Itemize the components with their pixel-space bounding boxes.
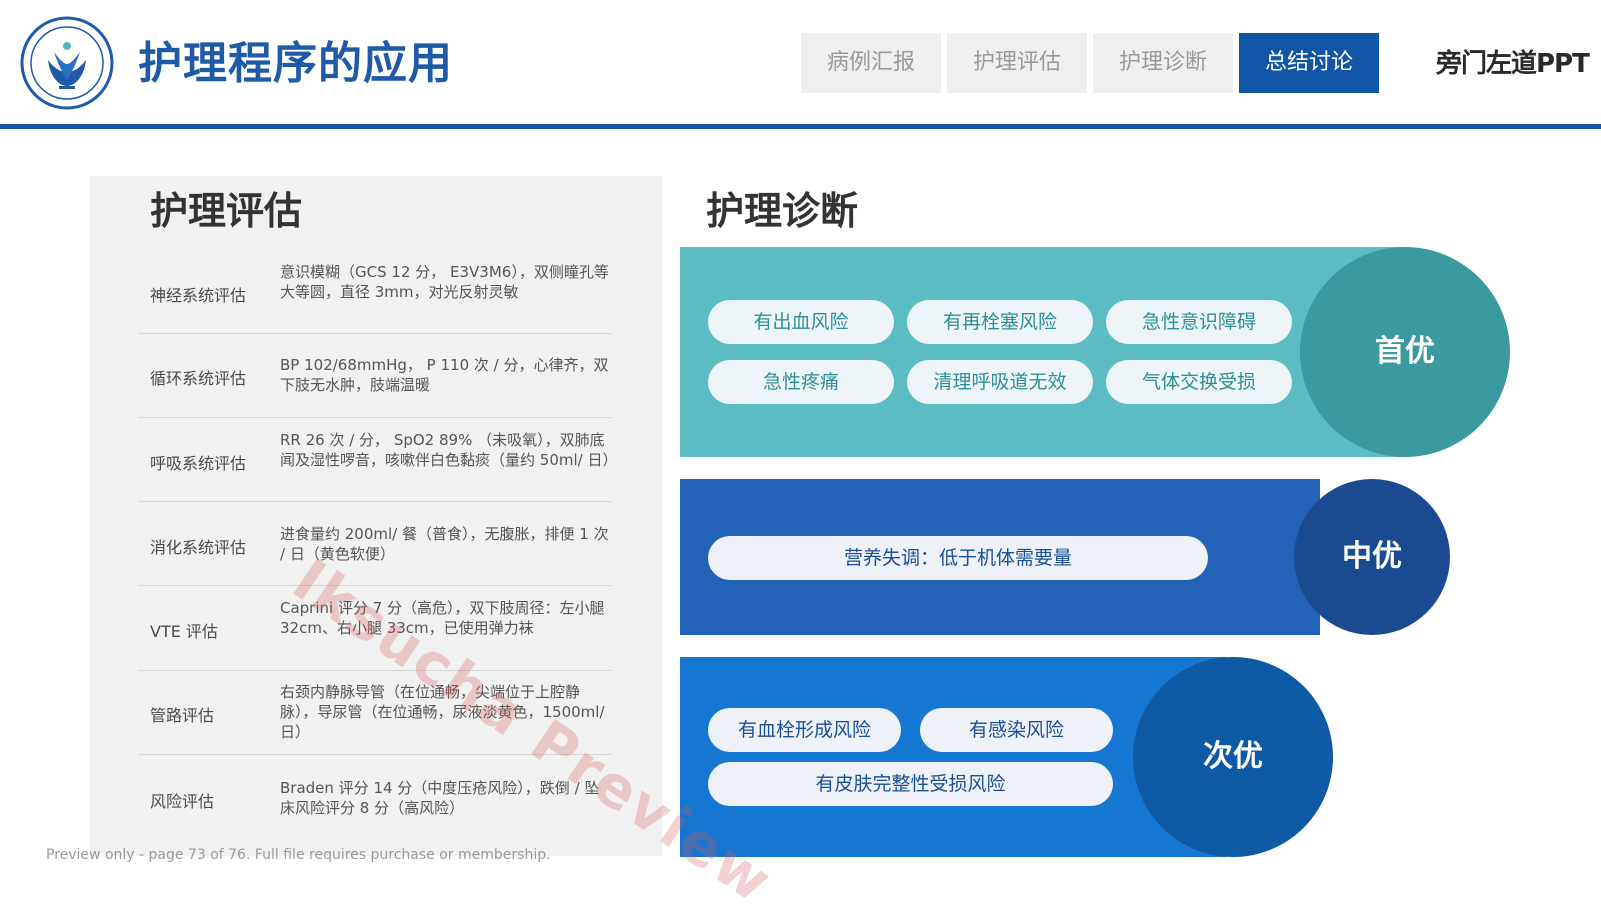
assessment-row-value: 意识模糊（GCS 12 分， E3V3M6），双侧瞳孔等大等圆，直径 3mm，对… xyxy=(280,263,609,301)
diagnosis-heading: 护理诊断 xyxy=(706,189,859,233)
assessment-row-label: 呼吸系统评估 xyxy=(150,454,247,473)
page-title: 护理程序的应用 xyxy=(138,38,453,89)
assessment-row: 消化系统评估 进食量约 200ml/ 餐（普食），无腹胀，排便 1 次 / 日（… xyxy=(138,524,612,568)
diagnosis-tag: 有再栓塞风险 xyxy=(907,300,1093,344)
diagnosis-tag: 清理呼吸道无效 xyxy=(907,360,1093,404)
assessment-heading: 护理评估 xyxy=(150,189,303,233)
tab-nursing-diagnosis[interactable]: 护理诊断 xyxy=(1093,33,1233,93)
first-priority-band xyxy=(680,247,1400,457)
assessment-row-value: RR 26 次 / 分， SpO2 89% （未吸氧），双肺底闻及湿性啰音，咳嗽… xyxy=(280,431,618,469)
preview-footer: Preview only - page 73 of 76. Full file … xyxy=(46,847,551,863)
assessment-row-label: 消化系统评估 xyxy=(150,538,247,557)
middle-priority-badge: 中优 xyxy=(1294,479,1450,635)
assessment-row: 风险评估 Braden 评分 14 分（中度压疮风险），跌倒 / 坠床风险评分 … xyxy=(138,778,612,822)
row-divider xyxy=(138,333,612,334)
assessment-row-label: 管路评估 xyxy=(150,706,215,725)
diagnosis-tag: 有感染风险 xyxy=(920,708,1113,752)
row-divider xyxy=(138,417,612,418)
diagnosis-tag: 营养失调：低于机体需要量 xyxy=(708,536,1208,580)
assessment-row: 神经系统评估 意识模糊（GCS 12 分， E3V3M6），双侧瞳孔等大等圆，直… xyxy=(138,262,612,326)
first-priority-badge: 首优 xyxy=(1300,247,1510,457)
diagnosis-tag: 急性意识障碍 xyxy=(1106,300,1292,344)
assessment-row-label: 神经系统评估 xyxy=(150,286,247,305)
assessment-row-value: BP 102/68mmHg， P 110 次 / 分，心律齐，双下肢无水肿，肢端… xyxy=(280,356,609,394)
tab-case-report[interactable]: 病例汇报 xyxy=(801,33,941,93)
diagnosis-tag: 气体交换受损 xyxy=(1106,360,1292,404)
diagnosis-tag: 有血栓形成风险 xyxy=(708,708,901,752)
assessment-row-label: 风险评估 xyxy=(150,792,215,811)
last-priority-badge: 次优 xyxy=(1133,657,1333,857)
brand-logo: 旁门左道PPT xyxy=(1436,49,1590,79)
assessment-row: 呼吸系统评估 RR 26 次 / 分， SpO2 89% （未吸氧），双肺底闻及… xyxy=(138,430,618,494)
diagnosis-tag: 有皮肤完整性受损风险 xyxy=(708,762,1113,806)
header-divider xyxy=(0,124,1601,129)
row-divider xyxy=(138,670,612,671)
tab-summary-discussion[interactable]: 总结讨论 xyxy=(1239,33,1379,93)
diagnosis-tag: 有出血风险 xyxy=(708,300,894,344)
assessment-row: 循环系统评估 BP 102/68mmHg， P 110 次 / 分，心律齐，双下… xyxy=(138,355,612,399)
tab-nursing-assessment[interactable]: 护理评估 xyxy=(947,33,1087,93)
row-divider xyxy=(138,501,612,502)
assessment-row-label: 循环系统评估 xyxy=(150,369,247,388)
diagnosis-tag: 急性疼痛 xyxy=(708,360,894,404)
assessment-row-label: VTE 评估 xyxy=(150,622,218,641)
school-emblem-icon xyxy=(20,16,114,110)
